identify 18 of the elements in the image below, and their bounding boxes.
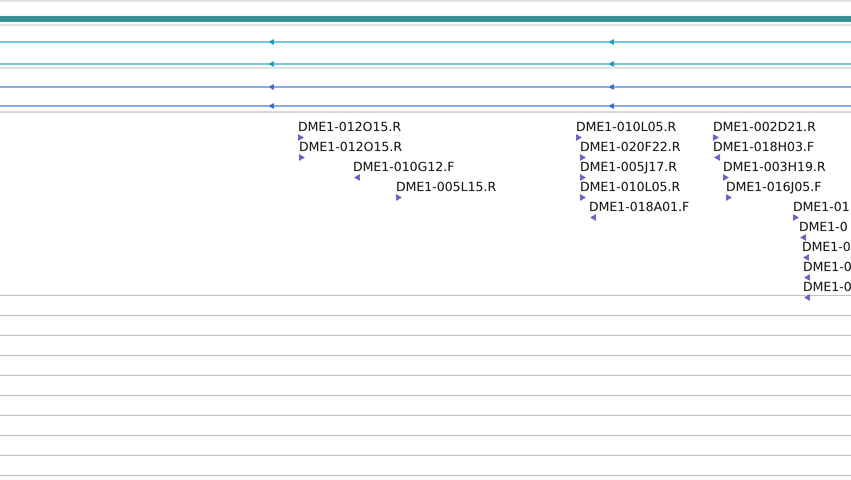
feature-label[interactable]: DME1-012O15.R [298,120,402,134]
feature-label[interactable]: DME1-020F22.R [580,140,680,154]
feature-label[interactable]: DME1-005J17.R [580,160,677,174]
feature-label[interactable]: DME1-018H03.F [713,140,814,154]
feature-label[interactable]: DME1-018A01.F [589,200,690,214]
feature-label[interactable]: DME1-010G12.F [353,160,454,174]
feature-label[interactable]: DME1-016J05.F [726,180,822,194]
feature-label[interactable]: DME1-012O15.R [299,140,402,154]
feature-label[interactable]: DME1-0 [799,220,848,234]
feature-label[interactable]: DME1-0 [803,280,851,294]
feature-label[interactable]: DME1-0 [802,240,851,254]
feature-label[interactable]: DME1-010L05.R [580,180,680,194]
feature-label[interactable]: DME1-005L15.R [396,180,496,194]
feature-label[interactable]: DME1-002D21.R [713,120,816,134]
feature-label[interactable]: DME1-010L05.R [576,120,676,134]
feature-label[interactable]: DME1-0 [803,260,851,274]
feature-label[interactable]: DME1-003H19.R [723,160,826,174]
feature-label[interactable]: DME1-01 [793,200,850,214]
